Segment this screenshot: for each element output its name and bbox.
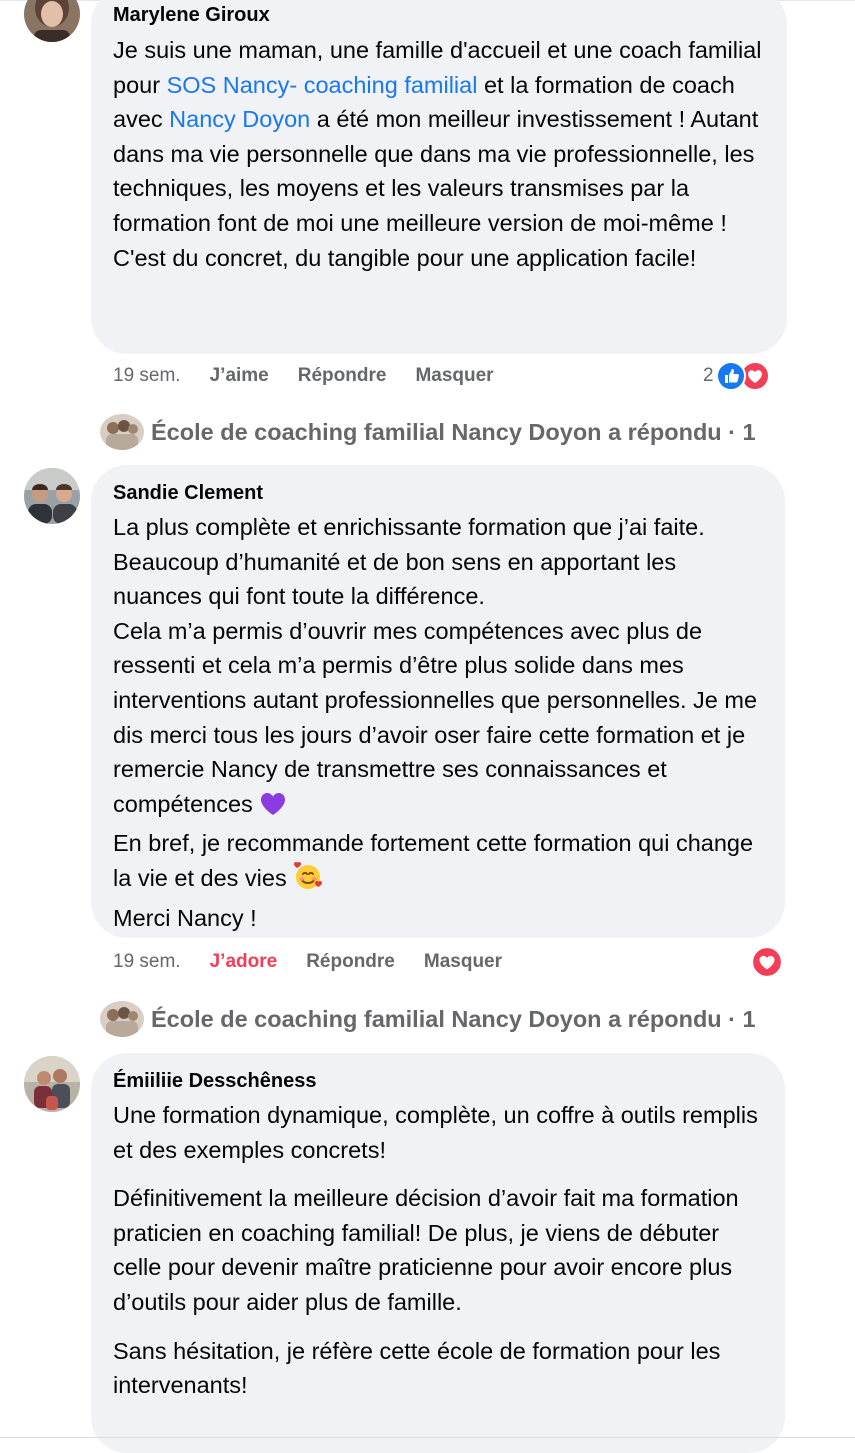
comment-line: Cela m’a permis d’ouvrir mes compétences… (113, 617, 758, 817)
smiling-face-with-hearts-icon (293, 861, 323, 901)
comment-author[interactable]: Sandie Clement (113, 480, 767, 506)
reply-summary: École de coaching familial Nancy Doyon a… (151, 1005, 756, 1032)
love-button[interactable]: J’adore (210, 951, 278, 973)
purple-heart-icon (259, 791, 287, 827)
reply-button[interactable]: Répondre (306, 951, 395, 973)
reaction-count: 2 (703, 365, 714, 386)
comment-line: La plus complète et enrichissante format… (113, 514, 705, 610)
comment-author[interactable]: Émiiliie Desschêness (113, 1068, 767, 1094)
comment-author[interactable]: Marylene Giroux (113, 2, 769, 28)
comment-line: Merci Nancy ! (113, 904, 257, 931)
comment-actions: 19 sem. J’aime Répondre Masquer (113, 361, 523, 391)
comment-actions: 19 sem. J’adore Répondre Masquer (113, 947, 531, 977)
comment-paragraph: Définitivement la meilleure décision d’a… (113, 1185, 739, 1315)
like-button[interactable]: J’aime (210, 365, 269, 387)
hide-button[interactable]: Masquer (415, 365, 493, 387)
reaction-summary[interactable]: 2 (703, 358, 770, 394)
avatar[interactable] (24, 0, 80, 42)
page-logo-icon (100, 1001, 144, 1037)
view-replies-link[interactable]: École de coaching familial Nancy Doyon a… (100, 999, 756, 1039)
love-icon (751, 946, 783, 978)
hide-button[interactable]: Masquer (424, 951, 502, 973)
comment-timestamp[interactable]: 19 sem. (113, 365, 181, 387)
comment-bubble: Sandie Clement La plus complète et enric… (91, 465, 785, 938)
comment-timestamp[interactable]: 19 sem. (113, 951, 181, 973)
avatar[interactable] (24, 1056, 80, 1112)
comment-bubble: Marylene Giroux Je suis une maman, une f… (91, 0, 787, 354)
profile-link-nancy-doyon[interactable]: Nancy Doyon (169, 106, 310, 132)
comment-text: Je suis une maman, une famille d'accueil… (113, 33, 769, 275)
comment-bubble: Émiiliie Desschêness Une formation dynam… (91, 1053, 785, 1453)
comment-line: En bref, je recommande fortement cette f… (113, 830, 754, 891)
bottom-divider (0, 1437, 855, 1438)
reaction-summary[interactable] (751, 944, 783, 980)
page-logo-icon (100, 414, 144, 450)
view-replies-link[interactable]: École de coaching familial Nancy Doyon a… (100, 412, 756, 452)
reply-button[interactable]: Répondre (298, 365, 387, 387)
like-icon (715, 361, 746, 391)
comment-paragraph: Sans hésitation, je réfère cette école d… (113, 1337, 721, 1399)
comment-text: La plus complète et enrichissante format… (113, 510, 767, 935)
comment-paragraph: Une formation dynamique, complète, un co… (113, 1102, 758, 1163)
avatar[interactable] (24, 468, 80, 524)
reply-summary: École de coaching familial Nancy Doyon a… (151, 418, 756, 445)
page-link-sos-nancy[interactable]: SOS Nancy- coaching familial (167, 72, 478, 98)
